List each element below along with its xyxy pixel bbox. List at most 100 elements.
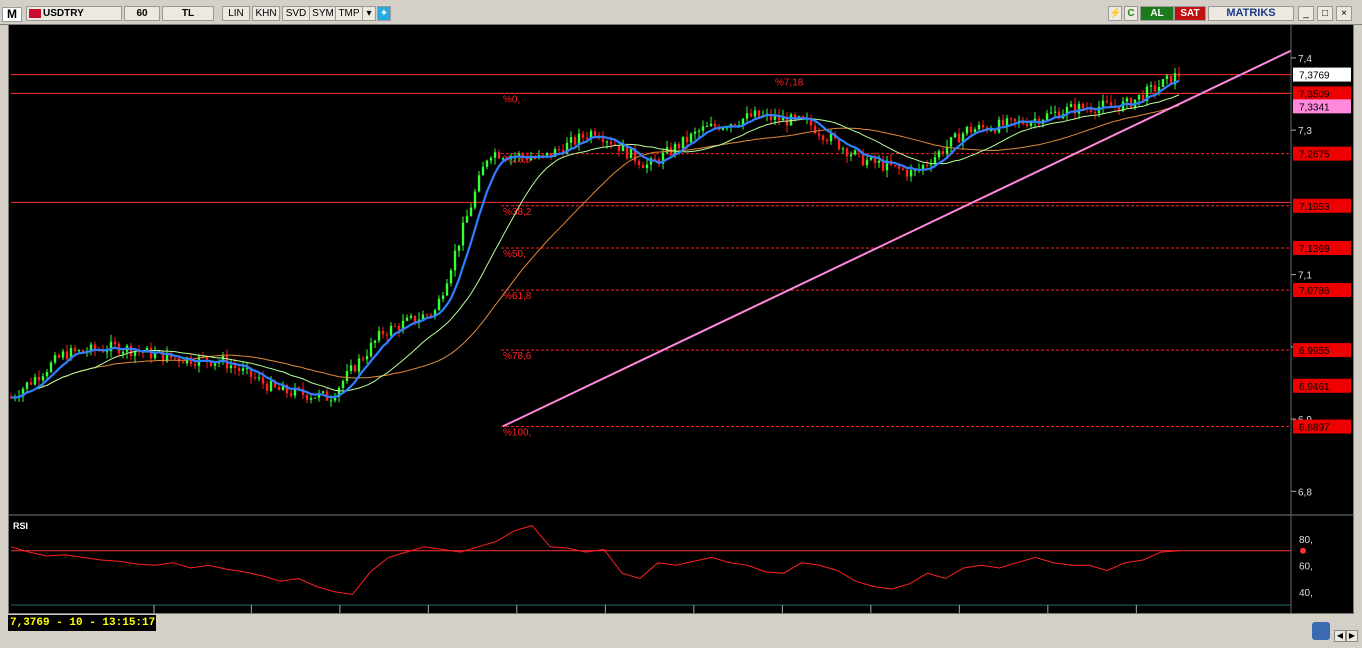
price-tag: 7,0786 [1293, 283, 1351, 298]
candle-body [1077, 103, 1081, 114]
candle-body [1049, 112, 1053, 114]
candle-body [753, 110, 757, 117]
currency-field[interactable]: TL [162, 6, 214, 21]
candle-body [25, 382, 29, 389]
candle-body [429, 314, 433, 316]
candle-body [53, 355, 57, 363]
chart-tools-icon[interactable] [1312, 622, 1330, 640]
fib-level-label: %50, [503, 249, 526, 260]
twitter-icon[interactable]: ✦ [377, 6, 391, 21]
rsi-y-tick-label: 60, [1299, 561, 1313, 572]
candle-body [357, 358, 361, 372]
candle-body [533, 158, 537, 160]
candle-body [445, 283, 449, 296]
candle-body [629, 148, 633, 159]
candle-body [257, 377, 261, 379]
candle-body [233, 365, 237, 369]
refresh-icon[interactable]: C [1124, 6, 1138, 21]
price-tag: 6,9955 [1293, 343, 1351, 358]
brand-logo: MATRIKS [1208, 6, 1294, 21]
price-chart-svg[interactable]: %0,%23,6%38,2%50,%61,8%78,6%100,%7,18 RS… [9, 25, 1353, 625]
y-tick-label: 7,1 [1298, 271, 1312, 282]
candle-body [905, 169, 909, 177]
candle-body [793, 114, 797, 118]
price-tag: 7,1369 [1293, 240, 1351, 255]
candle-body [449, 270, 453, 284]
scroll-left-icon[interactable]: ◀ [1334, 630, 1346, 642]
y-tick-label: 7,4 [1298, 54, 1312, 65]
candle-body [485, 160, 489, 167]
candle-body [377, 330, 381, 341]
fib-level-label: %78,6 [503, 351, 532, 362]
candle-body [29, 382, 33, 385]
candle-body [973, 129, 977, 133]
candle-body [229, 365, 233, 369]
lin-button[interactable]: LIN [222, 6, 250, 21]
sat-button[interactable]: SAT [1174, 6, 1206, 21]
candle-body [593, 131, 597, 136]
tmp-button[interactable]: TMP [335, 6, 363, 21]
price-time-readout: 7,3769 - 10 - 13:15:17 [8, 615, 156, 631]
candle-body [73, 348, 77, 352]
candle-body [989, 129, 993, 131]
chart-window[interactable]: %0, %23,6 %38,2 %50, %61,8 %78,6 %100, %7,18 RS… [8, 24, 1354, 625]
candle-body [601, 138, 605, 143]
candle-body [457, 245, 461, 251]
candle-body [501, 158, 505, 160]
candle-body [581, 133, 585, 138]
symbol-field[interactable]: USDTRY [26, 6, 122, 21]
candle-body [617, 145, 621, 152]
candle-body [585, 137, 589, 139]
candle-body [121, 351, 125, 354]
maximize-icon[interactable]: □ [1317, 6, 1333, 21]
app-logo[interactable]: M [2, 7, 22, 22]
minimize-icon[interactable]: _ [1298, 6, 1314, 21]
svd-button[interactable]: SVD [282, 6, 310, 21]
candle-body [409, 315, 413, 318]
scroll-right-icon[interactable]: ▶ [1346, 630, 1358, 642]
candle-body [953, 133, 957, 138]
al-button[interactable]: AL [1140, 6, 1174, 21]
candle-body [49, 362, 53, 373]
candle-body [405, 317, 409, 321]
close-icon[interactable]: × [1336, 6, 1352, 21]
rsi-panel: RSI 80, 60, 40, [10, 521, 1313, 606]
candle-body [289, 393, 293, 396]
candle-body [645, 164, 649, 169]
candle-body [969, 126, 973, 133]
lightning-icon[interactable]: ⚡ [1108, 6, 1122, 21]
candle-body [701, 126, 705, 131]
candle-body [749, 113, 753, 117]
candle-body [361, 358, 365, 360]
candle-body [689, 133, 693, 143]
candle-body [265, 383, 269, 391]
price-tag: 7,2675 [1293, 146, 1351, 161]
price-tag-label: 7,3341 [1299, 102, 1330, 113]
candle-body [1125, 98, 1129, 102]
candle-body [385, 334, 389, 336]
rsi-title: RSI [13, 521, 28, 531]
candle-body [653, 158, 657, 160]
candle-body [909, 170, 913, 177]
candle-body [821, 135, 825, 141]
candle-body [1009, 118, 1013, 120]
candle-body [697, 130, 701, 132]
candle-body [829, 133, 833, 142]
candle-body [465, 216, 469, 223]
candle-body [209, 362, 213, 366]
dropdown-icon[interactable]: ▾ [362, 6, 376, 21]
rsi-line [10, 525, 1180, 595]
sym-button[interactable]: SYM [309, 6, 337, 21]
candle-body [425, 314, 429, 316]
candle-body [441, 295, 445, 299]
candle-body [937, 151, 941, 158]
candle-body [1081, 103, 1085, 109]
period-field[interactable]: 60 [124, 6, 160, 21]
candle-body [841, 148, 845, 150]
candle-body [813, 125, 817, 134]
candle-body [389, 325, 393, 336]
khn-button[interactable]: KHN [252, 6, 280, 21]
candle-body [277, 387, 281, 391]
candle-body [901, 168, 905, 170]
candle-body [921, 164, 925, 169]
